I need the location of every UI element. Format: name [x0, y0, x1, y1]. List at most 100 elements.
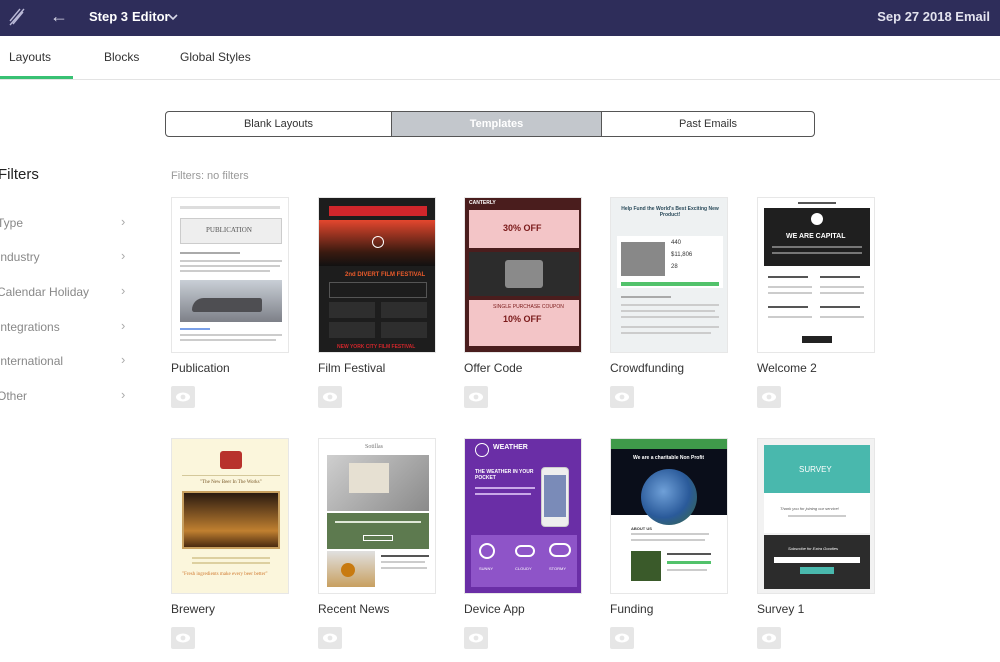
filter-label: International	[0, 354, 64, 368]
template-name: Brewery	[171, 602, 216, 616]
template-thumbnail[interactable]: 2nd DIVERT FILM FESTIVAL NEW YORK CITY F…	[318, 197, 436, 353]
template-thumbnail[interactable]: "The New Beer In The Works" "Fresh ingre…	[171, 438, 289, 594]
thumb-thanks: Thank you for joining our service!	[780, 506, 839, 511]
feather-logo-icon[interactable]	[6, 6, 28, 28]
layout-source-toggle: Blank Layouts Templates Past Emails	[165, 111, 815, 137]
thumb-brand: WEATHER	[493, 444, 528, 451]
eye-icon	[323, 633, 337, 643]
eye-icon	[469, 392, 483, 402]
tab-blocks[interactable]: Blocks	[104, 50, 139, 64]
preview-button[interactable]	[171, 627, 195, 649]
template-name: Publication	[171, 361, 230, 375]
step-menu[interactable]: Step 3 Editor	[89, 9, 170, 24]
thumb-coupon: SINGLE PURCHASE COUPON	[493, 304, 564, 310]
thumb-subscribe: Subscribe for Extra Goodies	[788, 546, 839, 551]
back-arrow-icon[interactable]: ←	[50, 6, 68, 26]
filter-integrations[interactable]: Integrations ›	[0, 318, 137, 340]
preview-button[interactable]	[318, 627, 342, 649]
thumb-stat-3: 28	[671, 264, 678, 270]
preview-button[interactable]	[464, 386, 488, 408]
thumb-brand: CANTERLY	[469, 200, 496, 206]
preview-button[interactable]	[464, 627, 488, 649]
template-thumbnail[interactable]: Help Fund the World's Best Exciting New …	[610, 197, 728, 353]
chevron-right-icon: ›	[121, 352, 126, 367]
chevron-right-icon: ›	[121, 248, 126, 263]
template-name: Device App	[464, 602, 525, 616]
template-thumbnail[interactable]: We are a charitable Non Profit ABOUT US	[610, 438, 728, 594]
filter-other[interactable]: Other ›	[0, 387, 137, 409]
eye-icon	[469, 633, 483, 643]
template-thumbnail[interactable]: WE ARE CAPITAL	[757, 197, 875, 353]
thumb-offer-2: 10% OFF	[503, 314, 542, 324]
filter-label: Other	[0, 389, 28, 403]
thumb-brand: Sotillas	[365, 444, 384, 450]
preview-button[interactable]	[610, 386, 634, 408]
thumb-offer-1: 30% OFF	[503, 223, 542, 233]
filter-international[interactable]: International ›	[0, 352, 137, 374]
preview-button[interactable]	[610, 627, 634, 649]
filter-type[interactable]: Type ›	[0, 214, 137, 236]
filter-label: Calendar Holiday	[0, 285, 90, 299]
eye-icon	[176, 633, 190, 643]
template-name: Survey 1	[757, 602, 805, 616]
chevron-right-icon: ›	[121, 214, 126, 229]
thumb-footer: NEW YORK CITY FILM FESTIVAL	[337, 344, 416, 350]
filter-industry[interactable]: Industry ›	[0, 248, 137, 270]
step-label: Step 3	[89, 9, 129, 24]
thumb-day-2: CLOUDY	[515, 566, 532, 571]
template-name: Funding	[610, 602, 654, 616]
chevron-right-icon: ›	[121, 387, 126, 402]
thumb-day-3: STORMY	[549, 566, 567, 571]
chevron-right-icon: ›	[121, 318, 126, 333]
segment-blank-layouts[interactable]: Blank Layouts	[166, 112, 392, 136]
template-thumbnail[interactable]: PUBLICATION	[171, 197, 289, 353]
thumb-title: WE ARE CAPITAL	[786, 233, 846, 240]
segment-templates[interactable]: Templates	[392, 112, 602, 136]
template-name: Crowdfunding	[610, 361, 685, 375]
template-thumbnail[interactable]: WEATHER THE WEATHER IN YOUR POCKET SUNNY…	[464, 438, 582, 594]
template-name: Recent News	[318, 602, 390, 616]
thumb-headline: We are a charitable Non Profit	[633, 455, 705, 461]
template-name: Film Festival	[318, 361, 386, 375]
eye-icon	[762, 392, 776, 402]
filter-status: Filters: no filters	[171, 170, 249, 182]
preview-button[interactable]	[757, 627, 781, 649]
eye-icon	[762, 633, 776, 643]
preview-button[interactable]	[757, 386, 781, 408]
thumb-quote: "The New Beer In The Works"	[200, 480, 262, 485]
thumb-day-1: SUNNY	[479, 566, 494, 571]
thumb-stat-1: 440	[671, 240, 682, 246]
thumb-header: PUBLICATION	[206, 226, 252, 234]
thumb-tagline: "Fresh ingredients make every beer bette…	[182, 572, 268, 577]
eye-icon	[615, 392, 629, 402]
filter-label: Industry	[0, 250, 40, 264]
filters-title: Filters	[0, 166, 39, 183]
preview-button[interactable]	[318, 386, 342, 408]
email-title[interactable]: Sep 27 2018 Email	[877, 9, 990, 24]
thumb-title: Help Fund the World's Best Exciting New …	[621, 206, 719, 218]
eye-icon	[176, 392, 190, 402]
template-thumbnail[interactable]: SURVEY Thank you for joining our service…	[757, 438, 875, 594]
filter-label: Type	[0, 216, 24, 230]
tab-global-styles[interactable]: Global Styles	[180, 50, 251, 64]
template-name: Welcome 2	[757, 361, 817, 375]
filter-calendar-holiday[interactable]: Calendar Holiday ›	[0, 283, 137, 305]
top-bar: ← Step 3 Editor Sep 27 2018 Email	[0, 0, 1000, 36]
step-name: Editor	[132, 9, 170, 24]
thumb-stat-2: $11,806	[671, 252, 693, 258]
template-name: Offer Code	[464, 361, 523, 375]
thumb-header: 2nd DIVERT FILM FESTIVAL	[345, 272, 426, 278]
chevron-down-icon[interactable]	[167, 8, 179, 28]
preview-button[interactable]	[171, 386, 195, 408]
thumb-section: ABOUT US	[631, 526, 652, 531]
segment-past-emails[interactable]: Past Emails	[602, 112, 814, 136]
template-thumbnail[interactable]: Sotillas	[318, 438, 436, 594]
eye-icon	[615, 633, 629, 643]
template-thumbnail[interactable]: CANTERLY 30% OFF SINGLE PURCHASE COUPON …	[464, 197, 582, 353]
chevron-right-icon: ›	[121, 283, 126, 298]
thumb-headline: THE WEATHER IN YOUR POCKET	[475, 469, 534, 481]
filter-label: Integrations	[0, 320, 60, 334]
eye-icon	[323, 392, 337, 402]
thumb-title: SURVEY	[799, 465, 832, 474]
tab-layouts[interactable]: Layouts	[0, 50, 74, 79]
